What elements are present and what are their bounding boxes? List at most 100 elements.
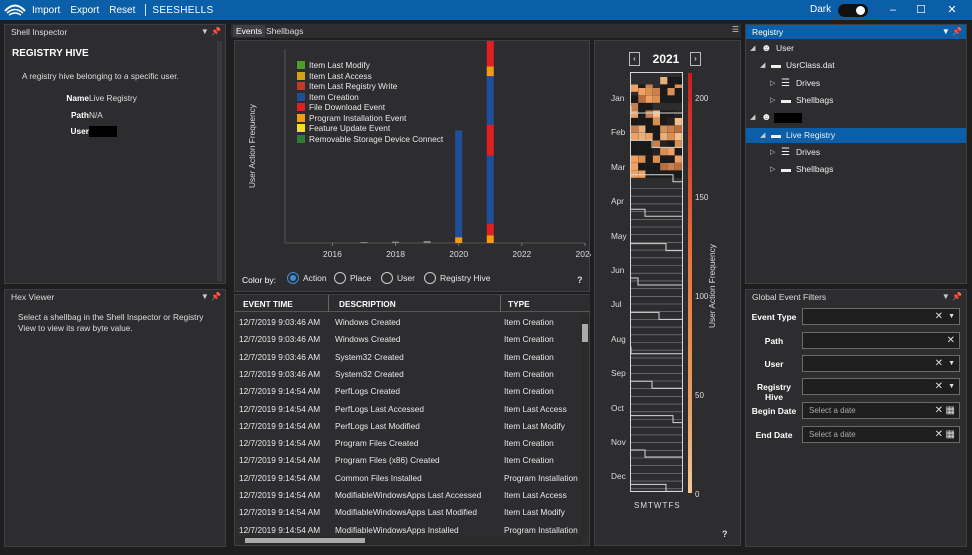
histogram-bar <box>455 237 463 243</box>
calendar-day-cell <box>645 110 653 118</box>
filter-user-input[interactable]: ✕ ▼ <box>802 355 960 372</box>
tree-item[interactable]: ▷ ▬ Shellbags <box>746 162 966 177</box>
redacted-user-label <box>774 113 802 124</box>
radio-label: User <box>397 273 415 283</box>
calendar-day-cell <box>674 95 682 103</box>
calendar-icon[interactable]: ▦ <box>946 403 955 418</box>
x-tick-label: 2020 <box>449 249 468 259</box>
month-separator <box>631 483 682 492</box>
chevron-down-icon[interactable]: ▼ <box>948 356 955 371</box>
filter-event-type-input[interactable]: ✕ ▼ <box>802 308 960 325</box>
panel-controls-icon[interactable]: ▼ 📌 <box>942 25 962 39</box>
table-row[interactable]: 12/7/2019 9:14:54 AM Program Files (x86) … <box>235 452 580 469</box>
clear-icon[interactable]: ✕ <box>935 379 943 394</box>
filter-path-input[interactable]: ✕ <box>802 332 960 349</box>
tree-item[interactable]: ◢ ▬ Live Registry <box>746 127 966 143</box>
filter-registry-hive-input[interactable]: ✕ ▼ <box>802 378 960 395</box>
tree-item[interactable]: ▷ ☰ Drives <box>746 76 966 91</box>
radio-icon[interactable] <box>424 272 436 284</box>
collapse-icon[interactable]: ◢ <box>760 128 765 143</box>
color-by-registry-hive[interactable]: Registry Hive <box>424 272 491 284</box>
panel-controls-icon[interactable]: ▼ 📌 <box>201 25 221 39</box>
expand-icon[interactable]: ▷ <box>770 76 775 91</box>
close-icon[interactable]: ✕ <box>937 0 967 20</box>
minimize-icon[interactable]: – <box>878 0 908 20</box>
legend-item: Item Last Access <box>297 71 372 81</box>
radio-icon[interactable] <box>381 272 393 284</box>
table-row[interactable]: 12/7/2019 9:14:54 AM PerfLogs Last Modifi… <box>235 418 580 435</box>
table-row[interactable]: 12/7/2019 9:03:46 AM System32 Created Item… <box>235 349 580 366</box>
maximize-icon[interactable]: ☐ <box>906 0 936 20</box>
tree-item[interactable]: ◢ ☻ User <box>746 41 966 56</box>
clear-icon[interactable]: ✕ <box>935 309 943 324</box>
expand-icon[interactable]: ▷ <box>770 162 775 177</box>
tree-item[interactable]: ◢ ☻ <box>746 110 966 125</box>
reset-menu[interactable]: Reset <box>109 5 135 16</box>
cell-type: Item Creation <box>504 334 554 345</box>
panel-controls-icon[interactable]: ▼ 📌 <box>201 290 221 304</box>
collapse-icon[interactable]: ◢ <box>750 110 755 125</box>
chevron-down-icon[interactable]: ▼ <box>948 309 955 324</box>
calendar-help-icon[interactable]: ? <box>722 529 728 539</box>
tree-item[interactable]: ◢ ▬ UsrClass.dat <box>746 58 966 73</box>
import-menu[interactable]: Import <box>32 5 60 16</box>
export-menu[interactable]: Export <box>70 5 99 16</box>
inspector-heading: REGISTRY HIVE <box>12 48 89 59</box>
table-row[interactable]: 12/7/2019 9:14:54 AM Program Files Create… <box>235 435 580 452</box>
tree-item[interactable]: ▷ ▬ Shellbags <box>746 93 966 108</box>
table-row[interactable]: 12/7/2019 9:03:46 AM Windows Created Item … <box>235 331 580 348</box>
table-hscrollbar[interactable] <box>235 536 581 545</box>
color-by-action[interactable]: Action <box>287 272 327 284</box>
chevron-down-icon[interactable]: ▼ <box>948 379 955 394</box>
table-row[interactable]: 12/7/2019 9:14:54 AM PerfLogs Last Access… <box>235 401 580 418</box>
histogram-bar <box>486 155 494 224</box>
clear-icon[interactable]: ✕ <box>935 403 943 418</box>
scale-tick-label: 50 <box>695 391 704 400</box>
calendar-day-cell <box>631 110 639 118</box>
tab-events[interactable]: Events <box>233 25 265 37</box>
calendar-day-cell <box>631 125 639 133</box>
legend-swatch <box>297 134 305 143</box>
radio-icon[interactable] <box>334 272 346 284</box>
inspector-scrollbar[interactable] <box>217 41 222 281</box>
collapse-icon[interactable]: ◢ <box>750 41 755 56</box>
column-description[interactable]: DESCRIPTION <box>339 299 396 309</box>
inspector-description: A registry hive belonging to a specific … <box>22 71 179 81</box>
next-year-button[interactable]: › <box>690 52 701 66</box>
calendar-icon[interactable]: ▦ <box>946 427 955 442</box>
histogram-bar <box>486 76 494 125</box>
expand-icon[interactable]: ▷ <box>770 145 775 160</box>
table-row[interactable]: 12/7/2019 9:14:54 AM ModifiableWindowsApp… <box>235 487 580 504</box>
table-vscrollbar[interactable] <box>581 314 589 536</box>
month-label: Jul <box>611 299 622 310</box>
histogram-help-icon[interactable]: ? <box>577 275 583 285</box>
filter-end-date-input[interactable]: Select a date ✕ ▦ <box>802 426 960 443</box>
clear-icon[interactable]: ✕ <box>935 427 943 442</box>
table-row[interactable]: 12/7/2019 9:03:46 AM System32 Created Item… <box>235 366 580 383</box>
collapse-icon[interactable]: ◢ <box>760 58 765 73</box>
column-type[interactable]: TYPE <box>508 299 530 309</box>
column-event-time[interactable]: EVENT TIME <box>243 299 293 309</box>
dark-mode-toggle[interactable] <box>838 4 868 17</box>
tree-item[interactable]: ▷ ☰ Drives <box>746 145 966 160</box>
table-row[interactable]: 12/7/2019 9:14:54 AM Common Files Install… <box>235 470 580 487</box>
clear-icon[interactable]: ✕ <box>947 333 955 348</box>
table-row[interactable]: 12/7/2019 9:14:54 AM ModifiableWindowsApp… <box>235 504 580 521</box>
panel-controls-icon[interactable]: ▼ 📌 <box>942 290 962 304</box>
table-row[interactable]: 12/7/2019 9:14:54 AM ModifiableWindowsApp… <box>235 522 580 536</box>
prev-year-button[interactable]: ‹ <box>629 52 640 66</box>
expand-icon[interactable]: ▷ <box>770 93 775 108</box>
title-bar: Import Export Reset SEESHELLS Dark – ☐ ✕ <box>0 0 972 20</box>
table-row[interactable]: 12/7/2019 9:14:54 AM PerfLogs Created Item… <box>235 383 580 400</box>
table-row[interactable]: 12/7/2019 9:03:46 AM Windows Created Item … <box>235 314 580 331</box>
tab-shellbags[interactable]: Shellbags <box>266 26 303 36</box>
tab-menu-icon[interactable]: ☰ <box>732 25 739 34</box>
filter-begin-date-input[interactable]: Select a date ✕ ▦ <box>802 402 960 419</box>
radio-icon[interactable] <box>287 272 299 284</box>
events-rows: 12/7/2019 9:03:46 AM Windows Created Item … <box>235 314 580 536</box>
clear-icon[interactable]: ✕ <box>935 356 943 371</box>
color-by-user[interactable]: User <box>381 272 415 284</box>
color-by-place[interactable]: Place <box>334 272 371 284</box>
calendar-day-cell <box>631 133 639 141</box>
calendar-day-cell <box>667 148 675 156</box>
